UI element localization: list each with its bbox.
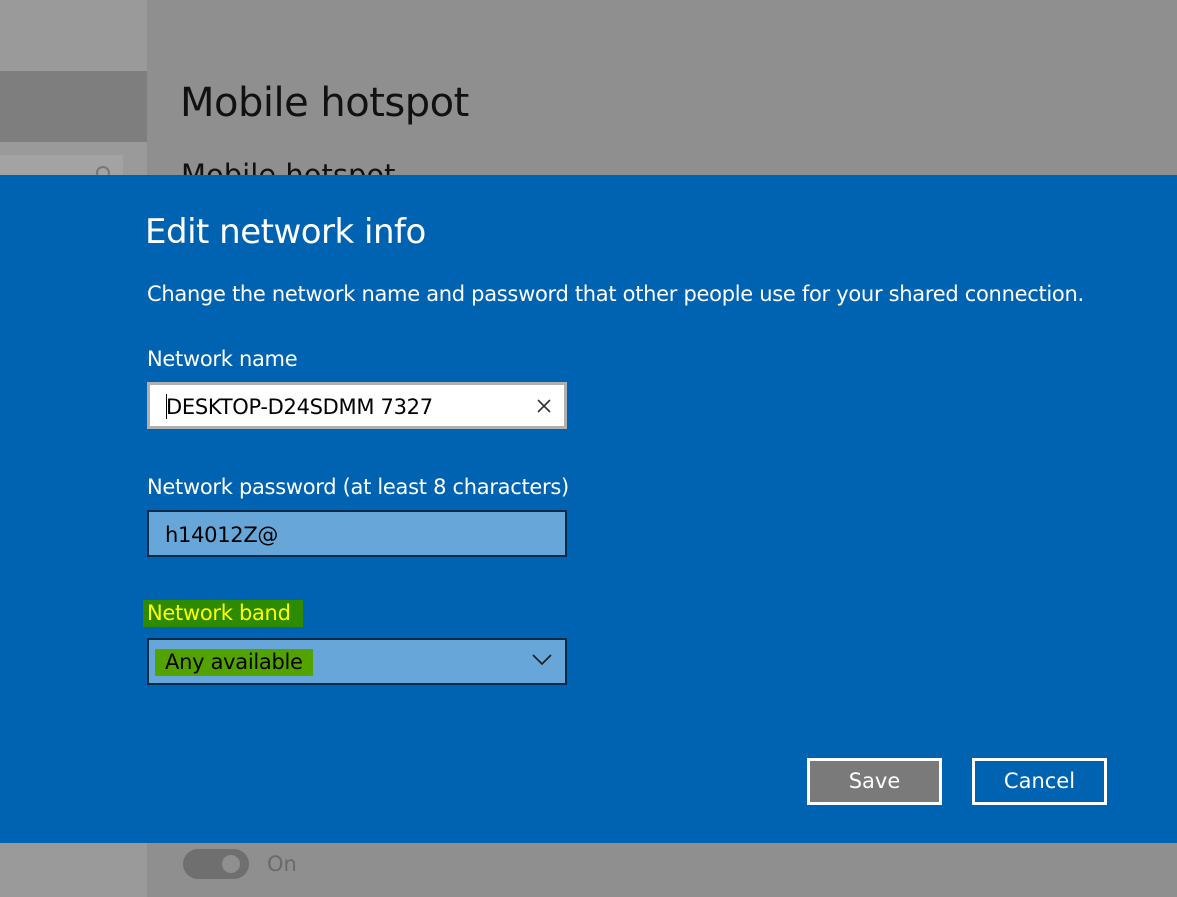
network-name-label: Network name <box>147 347 298 371</box>
text-caret <box>166 394 167 419</box>
page-title: Mobile hotspot <box>180 80 469 126</box>
network-band-label: Network band <box>143 600 303 627</box>
clear-icon[interactable] <box>536 398 552 414</box>
toggle-label: On <box>267 852 297 876</box>
cancel-button[interactable]: Cancel <box>972 758 1107 805</box>
chevron-down-icon <box>532 654 552 666</box>
dialog-title: Edit network info <box>145 212 426 252</box>
sidebar-selected-item[interactable] <box>0 71 147 142</box>
network-name-value: DESKTOP-D24SDMM 7327 <box>166 395 433 419</box>
hotspot-toggle[interactable] <box>183 849 249 879</box>
network-password-input[interactable]: h14012Z@ <box>147 510 567 557</box>
edit-network-dialog: Edit network info Change the network nam… <box>0 175 1177 843</box>
network-name-input[interactable]: DESKTOP-D24SDMM 7327 <box>147 382 567 429</box>
network-password-label: Network password (at least 8 characters) <box>147 475 569 499</box>
toggle-knob <box>222 855 240 873</box>
network-password-value: h14012Z@ <box>165 523 279 547</box>
page-subheading: Mobile hotspot <box>181 158 396 175</box>
network-band-selected: Any available <box>155 649 313 676</box>
save-button[interactable]: Save <box>807 758 942 805</box>
dialog-description: Change the network name and password tha… <box>147 282 1084 306</box>
network-band-select[interactable]: Any available <box>147 638 567 685</box>
